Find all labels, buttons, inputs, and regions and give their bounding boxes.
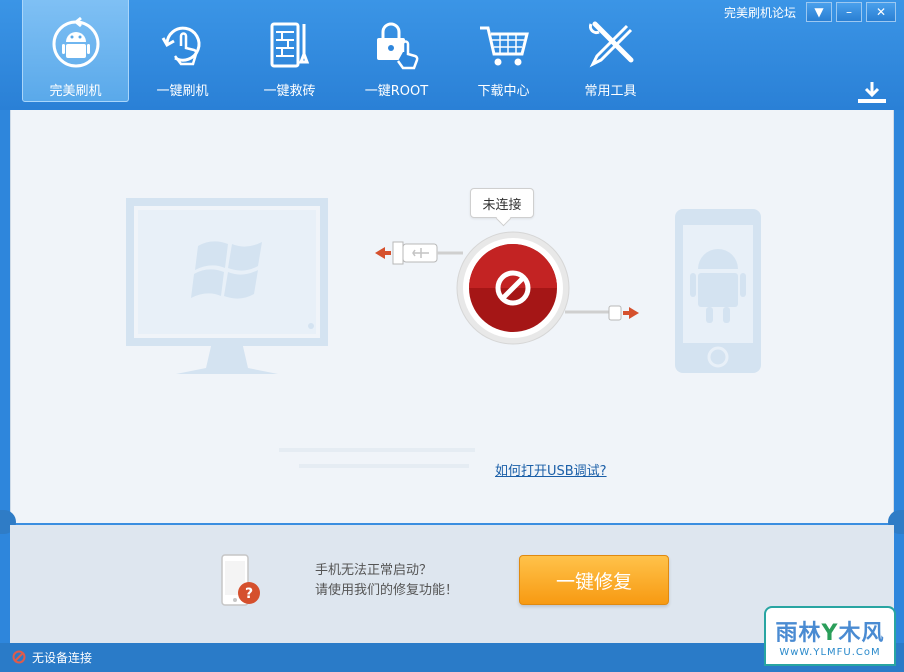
connection-status-bubble: 未连接 — [470, 188, 534, 218]
nav-item-perfect-flash[interactable]: 完美刷机 — [22, 0, 129, 102]
nav-item-tools[interactable]: 常用工具 — [557, 0, 664, 102]
watermark-title: 雨林Y木风 — [775, 620, 885, 646]
nav-item-one-click-flash[interactable]: 一键刷机 — [129, 0, 236, 102]
watermark-url: WwW.YLMFU.CoM — [779, 646, 881, 658]
nav-item-label: 下载中心 — [477, 84, 530, 99]
watermark-logo: 雨林Y木风 WwW.YLMFU.CoM — [764, 606, 896, 666]
tools-icon — [588, 21, 633, 68]
repair-line-1: 手机无法正常启动？ — [315, 563, 433, 578]
no-device-icon — [12, 650, 26, 664]
repair-panel: ? 手机无法正常启动？ 请使用我们的修复功能！ 一键修复 — [10, 525, 894, 643]
top-toolbar: 完美刷机论坛 ▼ – ✕ 完美刷机 一键刷机 一键救砖 一键ROOT 下载中心 … — [0, 0, 904, 110]
android-sync-icon — [52, 16, 99, 68]
arrow-left-icon — [375, 247, 391, 259]
svg-text:?: ? — [245, 586, 253, 602]
window-controls: 完美刷机论坛 ▼ – ✕ — [724, 2, 896, 22]
close-button[interactable]: ✕ — [866, 2, 896, 22]
nav-item-download-center[interactable]: 下载中心 — [450, 0, 557, 102]
device-status-text: 无设备连接 — [32, 651, 93, 665]
lock-hand-icon — [376, 22, 418, 70]
usb-plug-right-icon — [565, 305, 622, 321]
app-window: 完美刷机论坛 ▼ – ✕ 完美刷机 一键刷机 一键救砖 一键ROOT 下载中心 … — [0, 0, 904, 672]
phone-help-icon: ? — [221, 554, 260, 606]
usb-debug-help-link[interactable]: 如何打开USB调试? — [495, 460, 607, 479]
minimize-button[interactable]: – — [836, 2, 862, 22]
arrow-right-icon — [623, 307, 639, 319]
connection-panel: 未连接 如何打开USB调试? — [10, 110, 894, 523]
repair-description: 手机无法正常启动？ 请使用我们的修复功能！ — [315, 561, 458, 601]
nav-item-root[interactable]: 一键ROOT — [343, 0, 450, 102]
forum-link[interactable]: 完美刷机论坛 — [724, 4, 796, 21]
computer-icon — [126, 198, 328, 374]
cart-icon — [479, 26, 529, 66]
nav-item-label: 完美刷机 — [49, 84, 102, 99]
download-icon[interactable] — [856, 80, 888, 104]
nav-item-label: 常用工具 — [584, 84, 637, 99]
repair-line-2: 请使用我们的修复功能！ — [315, 583, 459, 598]
nav-item-label: 一键救砖 — [263, 84, 316, 99]
menu-button[interactable]: ▼ — [806, 2, 832, 22]
nav-item-label: 一键ROOT — [364, 84, 429, 99]
usb-plug-left-icon — [392, 241, 463, 265]
nav-item-unbrick[interactable]: 一键救砖 — [236, 0, 343, 102]
disconnect-indicator — [375, 231, 639, 345]
nav-item-label: 一键刷机 — [156, 84, 209, 99]
one-click-repair-button[interactable]: 一键修复 — [519, 555, 669, 605]
refresh-hand-icon — [161, 26, 200, 66]
faded-hint — [279, 448, 475, 468]
phone-icon — [675, 209, 761, 373]
brick-wrench-icon — [270, 22, 309, 68]
main-nav: 完美刷机 一键刷机 一键救砖 一键ROOT 下载中心 常用工具 — [22, 0, 664, 102]
